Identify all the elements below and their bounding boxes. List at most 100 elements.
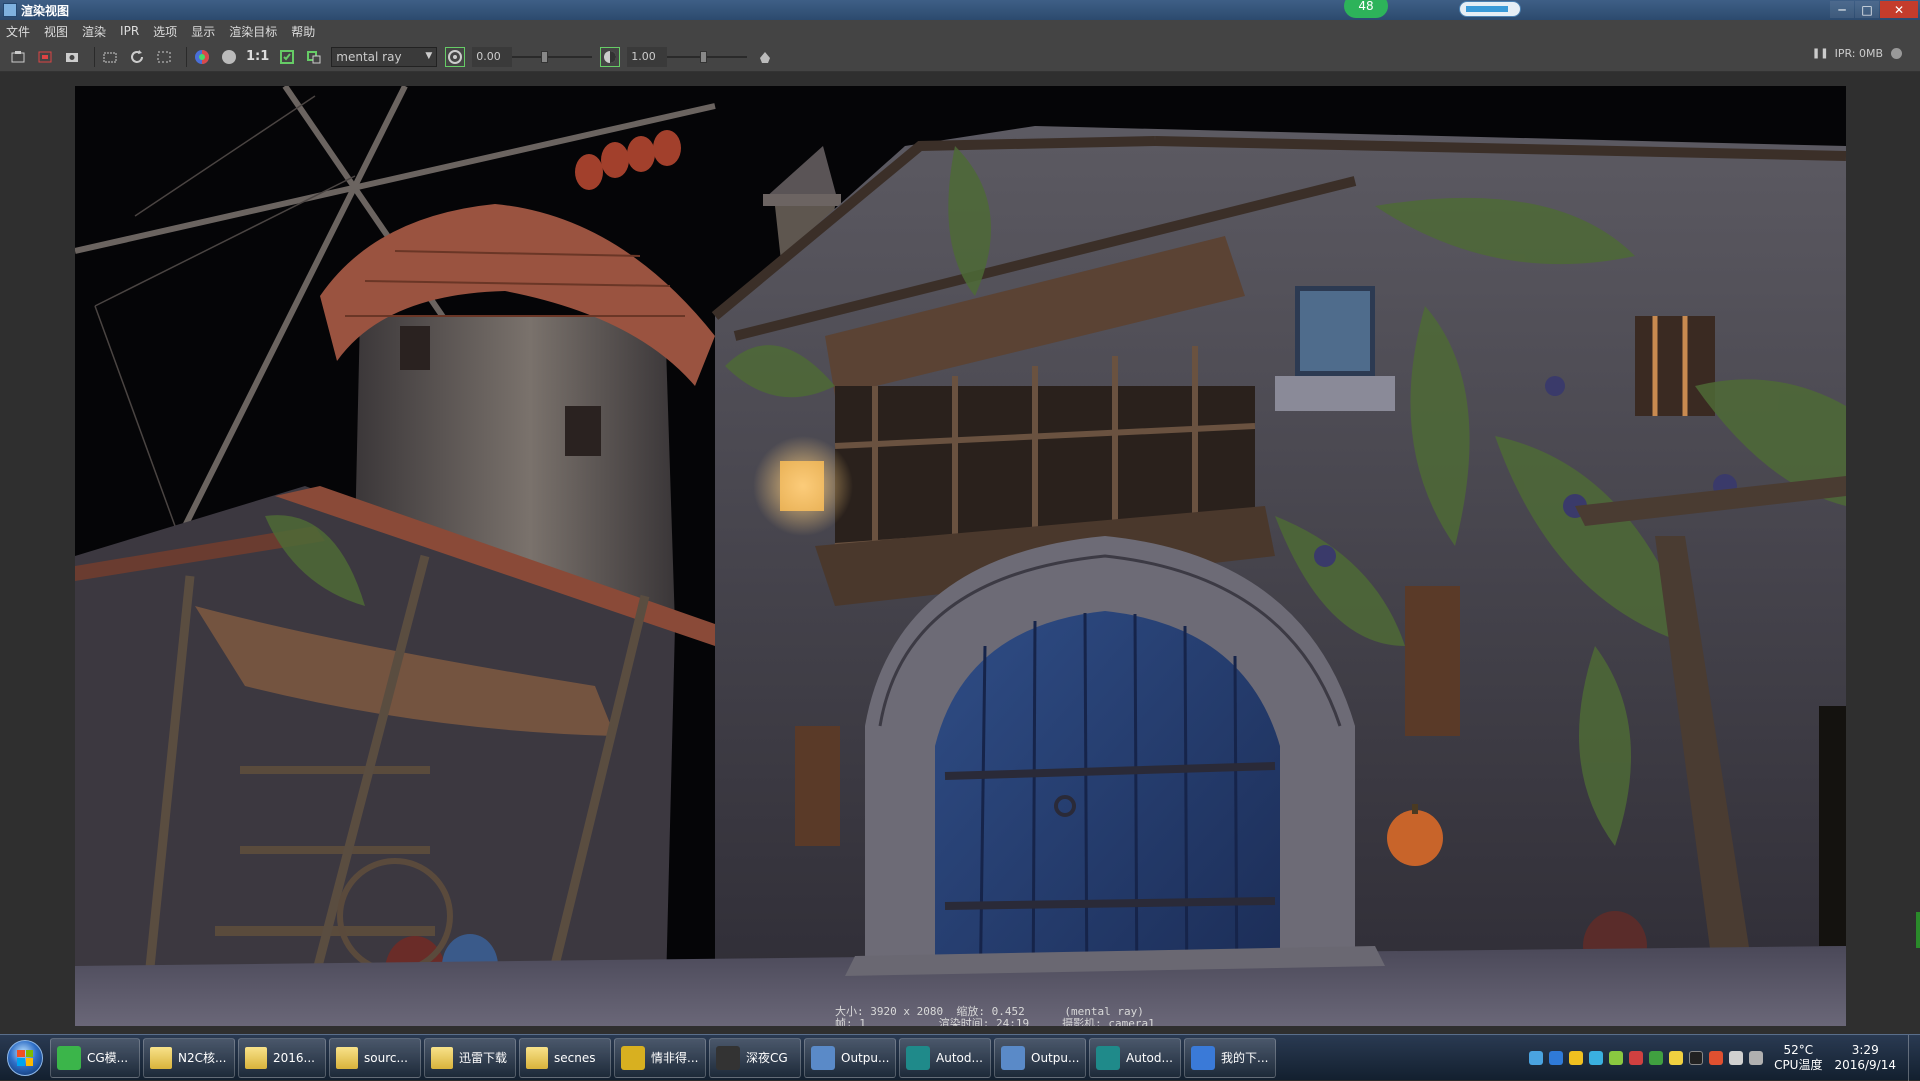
remove-image-icon[interactable] <box>304 47 324 67</box>
gamma-slider[interactable] <box>667 47 748 67</box>
taskbar-item[interactable]: sourc... <box>329 1037 421 1078</box>
start-button[interactable] <box>0 1035 50 1081</box>
maximize-button[interactable]: □ <box>1855 1 1879 18</box>
taskbar-item[interactable]: 深夜CG <box>709 1037 801 1078</box>
taskbar-item[interactable]: 我的下... <box>1184 1037 1276 1078</box>
wechat-icon[interactable] <box>1609 1051 1624 1065</box>
clock-date: 2016/9/14 <box>1834 1058 1896 1072</box>
bluetooth-icon[interactable] <box>1529 1051 1544 1065</box>
cpu-temp-value: 52°C <box>1783 1043 1814 1057</box>
gamma-icon[interactable] <box>600 46 621 67</box>
render-scene <box>75 86 1846 1026</box>
window-icon <box>811 1045 835 1070</box>
download-icon <box>1191 1045 1215 1070</box>
menu-render[interactable]: 渲染 <box>82 23 106 40</box>
exposure-slider-knob[interactable] <box>541 50 549 63</box>
keep-image-icon[interactable] <box>277 47 297 67</box>
menu-options[interactable]: 选项 <box>153 23 177 40</box>
taskbar-item[interactable]: Outpu... <box>804 1037 896 1078</box>
taskbar-item[interactable]: CG模... <box>50 1037 140 1078</box>
viewport-scroll-indicator[interactable] <box>1916 912 1920 948</box>
taskbar-item-label: Outpu... <box>841 1050 889 1065</box>
taskbar-item-label: 情非得... <box>651 1051 699 1065</box>
taskbar-item[interactable]: 情非得... <box>614 1037 706 1078</box>
display-settings-icon[interactable] <box>755 47 775 67</box>
gamma-slider-knob[interactable] <box>700 50 708 63</box>
chat-icon <box>716 1045 740 1070</box>
taskbar-item-label: Outpu... <box>1031 1050 1079 1065</box>
window-icon <box>1001 1045 1025 1070</box>
status-indicator <box>1891 48 1902 59</box>
cpu-temperature[interactable]: 52°C CPU温度 <box>1774 1043 1822 1073</box>
flag-icon[interactable] <box>1709 1051 1724 1065</box>
taskbar-item-label: secnes <box>554 1050 596 1065</box>
minimize-button[interactable]: ─ <box>1830 1 1854 18</box>
menu-ipr[interactable]: IPR <box>120 24 139 38</box>
render-viewport[interactable]: 大小: 3920 x 2080 缩放: 0.452 (mental ray) 帧… <box>0 72 1920 1034</box>
pause-icon[interactable]: ❚❚ <box>1812 48 1829 59</box>
menu-bar: 文件 视图 渲染 IPR 选项 显示 渲染目标 帮助 <box>0 20 1920 42</box>
volume-icon[interactable] <box>1729 1051 1744 1065</box>
taskbar-item-label: Autod... <box>936 1050 983 1065</box>
menu-render-target[interactable]: 渲染目标 <box>229 23 277 40</box>
taskbar-item-label: N2C核... <box>178 1051 227 1065</box>
taskbar-item[interactable]: Autod... <box>899 1037 991 1078</box>
refresh-icon[interactable] <box>127 47 147 67</box>
renderer-dropdown[interactable]: mental ray ▼ <box>331 46 438 67</box>
menu-display[interactable]: 显示 <box>191 23 215 40</box>
maya-icon <box>906 1045 930 1070</box>
network-meter[interactable] <box>1459 1 1521 17</box>
gamma-field[interactable]: 1.00 <box>627 46 668 67</box>
qq-icon[interactable] <box>1629 1051 1644 1065</box>
security-shield-icon[interactable] <box>1549 1051 1564 1065</box>
windows-logo-icon <box>7 1039 43 1076</box>
renderer-value: mental ray <box>336 49 402 64</box>
taskbar-item[interactable]: 2016... <box>238 1037 326 1078</box>
update-icon[interactable] <box>1669 1051 1684 1065</box>
taskbar-item[interactable]: N2C核... <box>143 1037 235 1078</box>
window-title: 渲染视图 <box>21 3 70 18</box>
taskbar-item[interactable]: Outpu... <box>994 1037 1086 1078</box>
exposure-field[interactable]: 0.00 <box>472 46 513 67</box>
system-tray: 52°C CPU温度 3:29 2016/9/14 <box>1526 1035 1920 1081</box>
menu-file[interactable]: 文件 <box>6 23 30 40</box>
folder-icon <box>431 1046 453 1069</box>
taskbar-item-label: 2016... <box>273 1050 315 1065</box>
render-toolbar: 1:1 mental ray ▼ 0.00 1.00 ❚❚ IPR: 0MB <box>0 42 1920 72</box>
menu-view[interactable]: 视图 <box>44 23 68 40</box>
redo-render-icon[interactable] <box>8 47 28 67</box>
ipr-render-icon[interactable] <box>100 47 120 67</box>
taskbar-item[interactable]: Autod... <box>1089 1037 1181 1078</box>
clock[interactable]: 3:29 2016/9/14 <box>1834 1043 1896 1073</box>
terminal-icon[interactable] <box>1689 1051 1704 1065</box>
folder-icon <box>150 1046 172 1069</box>
clock-time: 3:29 <box>1851 1043 1879 1057</box>
menu-help[interactable]: 帮助 <box>291 23 315 40</box>
taskbar-item-label: 迅雷下载 <box>459 1051 508 1065</box>
ipr-memory-label: IPR: 0MB <box>1834 47 1883 60</box>
folder-icon <box>526 1046 548 1069</box>
folder-icon <box>336 1046 358 1069</box>
close-button[interactable]: ✕ <box>1880 1 1918 18</box>
cloud-icon[interactable] <box>1589 1051 1604 1065</box>
render-info-line-2: 帧: 1 渲染时间: 24:19 摄影机: camera1 <box>835 1017 1155 1026</box>
alpha-channel-icon[interactable] <box>219 47 239 67</box>
notification-badge[interactable]: 48 <box>1344 0 1388 18</box>
taskbar-item[interactable]: 迅雷下载 <box>424 1037 516 1078</box>
show-desktop-button[interactable] <box>1908 1035 1920 1081</box>
ipr-status: ❚❚ IPR: 0MB <box>1812 47 1902 60</box>
render-region-icon[interactable] <box>35 47 55 67</box>
taskbar-item-label: sourc... <box>364 1050 408 1065</box>
network-icon[interactable] <box>1749 1051 1764 1065</box>
rgb-channels-icon[interactable] <box>192 47 212 67</box>
browser-icon <box>57 1045 81 1070</box>
taskbar-item[interactable]: secnes <box>519 1037 611 1078</box>
exposure-slider[interactable] <box>512 47 593 67</box>
exposure-icon[interactable] <box>445 46 466 67</box>
antivirus-icon[interactable] <box>1649 1051 1664 1065</box>
app-tray-icon[interactable] <box>1569 1051 1584 1065</box>
folder-icon <box>245 1046 267 1069</box>
region-select-icon[interactable] <box>154 47 174 67</box>
real-size-button[interactable]: 1:1 <box>246 49 269 64</box>
snapshot-icon[interactable] <box>62 47 82 67</box>
